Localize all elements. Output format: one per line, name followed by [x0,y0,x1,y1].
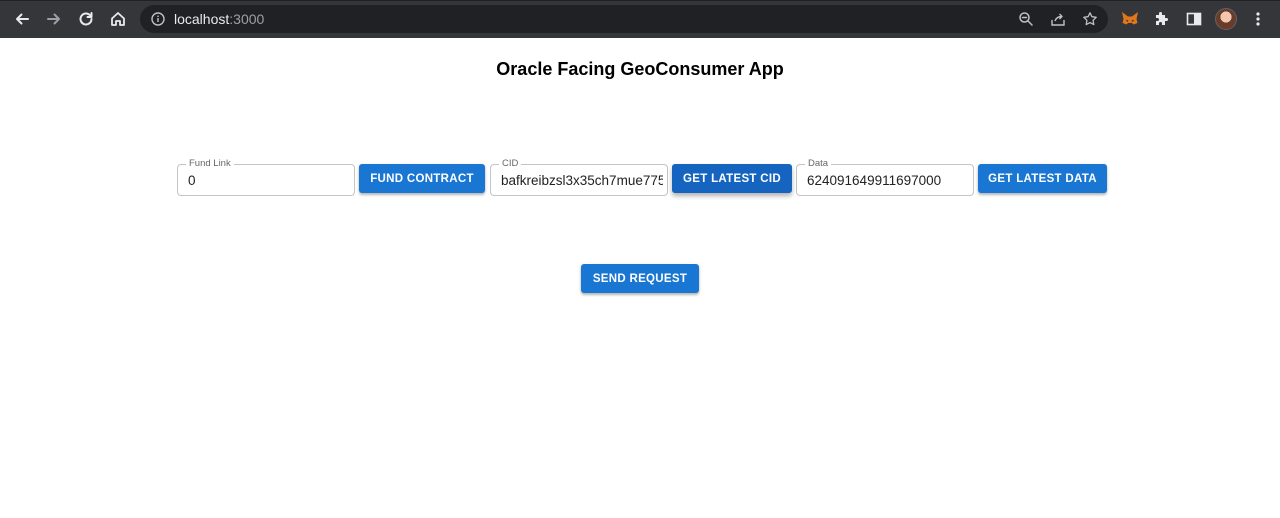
tab-strip-edge [0,0,1280,1]
page-title: Oracle Facing GeoConsumer App [496,59,784,79]
url-port: :3000 [229,11,265,27]
sidepanel-icon[interactable] [1184,9,1204,29]
extensions-icon[interactable] [1152,9,1172,29]
zoom-icon[interactable] [1018,11,1034,27]
get-latest-data-button[interactable]: GET LATEST DATA [978,164,1107,193]
data-label: Data [805,158,832,170]
fund-contract-button[interactable]: FUND CONTRACT [359,164,485,193]
get-latest-cid-button[interactable]: GET LATEST CID [672,164,792,193]
url-text: localhost:3000 [174,11,264,27]
fund-link-input[interactable] [188,171,350,189]
fund-link-field[interactable]: Fund Link [177,158,355,196]
fund-link-label: Fund Link [186,158,234,170]
url-host: localhost [174,11,230,27]
back-icon[interactable] [10,7,34,31]
home-icon[interactable] [106,7,130,31]
metamask-icon[interactable] [1120,9,1140,29]
cid-field[interactable]: CID [490,158,668,196]
star-icon[interactable] [1082,11,1098,27]
menu-icon[interactable] [1248,9,1268,29]
cid-input[interactable] [501,171,663,189]
reload-icon[interactable] [74,7,98,31]
data-input[interactable] [807,171,969,189]
profile-avatar[interactable] [1215,8,1237,30]
browser-toolbar: localhost:3000 [0,0,1280,38]
share-icon[interactable] [1050,11,1066,27]
address-bar[interactable]: localhost:3000 [140,5,1108,33]
send-request-button[interactable]: SEND REQUEST [581,264,699,293]
info-icon[interactable] [150,11,166,27]
forward-icon[interactable] [42,7,66,31]
data-field[interactable]: Data [796,158,974,196]
cid-label: CID [499,158,522,170]
